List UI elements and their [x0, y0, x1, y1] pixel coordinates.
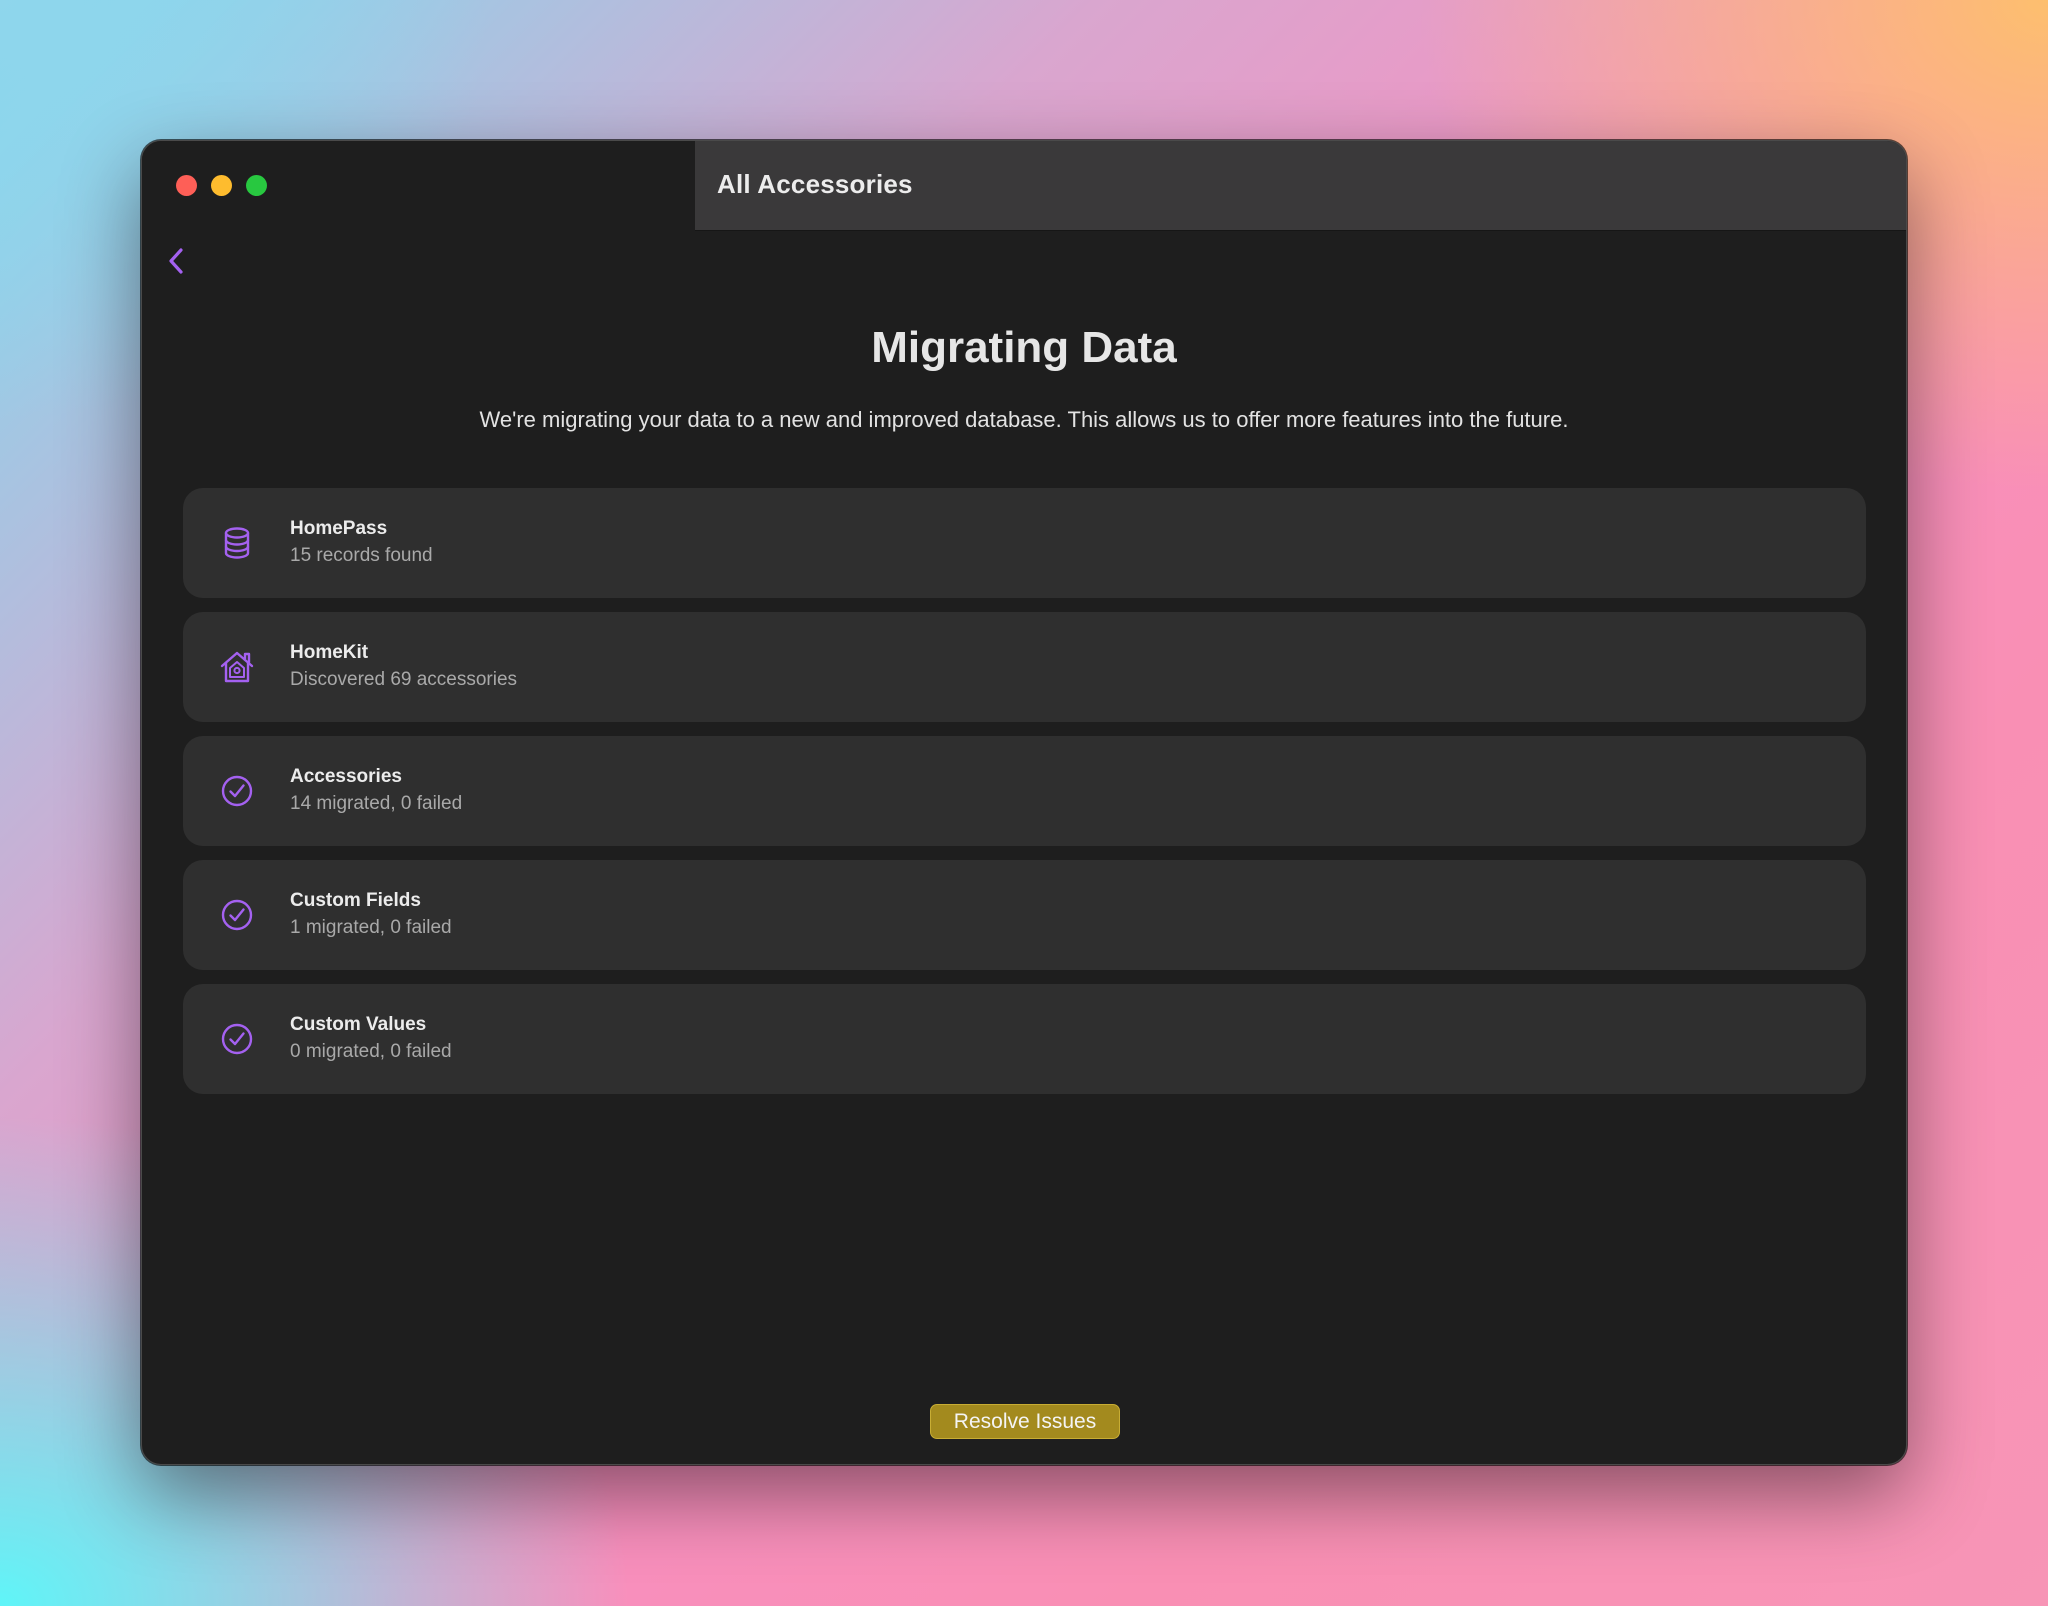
item-title: HomePass	[290, 518, 388, 539]
checkmark-circle-icon	[221, 1023, 253, 1055]
item-title: HomeKit	[290, 642, 369, 663]
home-icon	[220, 651, 254, 683]
checkmark-circle-icon	[221, 775, 253, 807]
migration-item-accessories: Accessories 14 migrated, 0 failed	[183, 736, 1866, 846]
page-title: Migrating Data	[871, 323, 1177, 372]
migration-item-custom-values: Custom Values 0 migrated, 0 failed	[183, 984, 1866, 1094]
page-description: We're migrating your data to a new and i…	[479, 407, 1569, 432]
migration-item-custom-fields: Custom Fields 1 migrated, 0 failed	[183, 860, 1866, 970]
chevron-left-icon	[169, 248, 183, 274]
minimize-window-button[interactable]	[211, 175, 232, 196]
migration-list: HomePass 15 records found HomeKit Discov…	[183, 488, 1866, 1108]
title-bar: All Accessories	[695, 141, 1906, 231]
database-icon	[224, 527, 250, 559]
item-detail: Discovered 69 accessories	[290, 669, 518, 690]
item-title: Custom Values	[290, 1014, 427, 1035]
migration-item-homepass: HomePass 15 records found	[183, 488, 1866, 598]
checkmark-circle-icon	[221, 899, 253, 931]
migration-item-homekit: HomeKit Discovered 69 accessories	[183, 612, 1866, 722]
item-detail: 1 migrated, 0 failed	[290, 917, 452, 938]
item-title: Accessories	[290, 766, 402, 787]
zoom-window-button[interactable]	[246, 175, 267, 196]
item-detail: 14 migrated, 0 failed	[290, 793, 463, 814]
item-detail: 15 records found	[290, 545, 433, 566]
item-detail: 0 migrated, 0 failed	[290, 1041, 452, 1062]
item-title: Custom Fields	[290, 890, 421, 911]
app-window: All Accessories Migrating Data We're mig…	[141, 140, 1907, 1465]
back-button[interactable]	[160, 241, 192, 281]
resolve-issues-button[interactable]: Resolve Issues	[930, 1404, 1120, 1439]
window-title: All Accessories	[717, 169, 913, 199]
close-window-button[interactable]	[176, 175, 197, 196]
